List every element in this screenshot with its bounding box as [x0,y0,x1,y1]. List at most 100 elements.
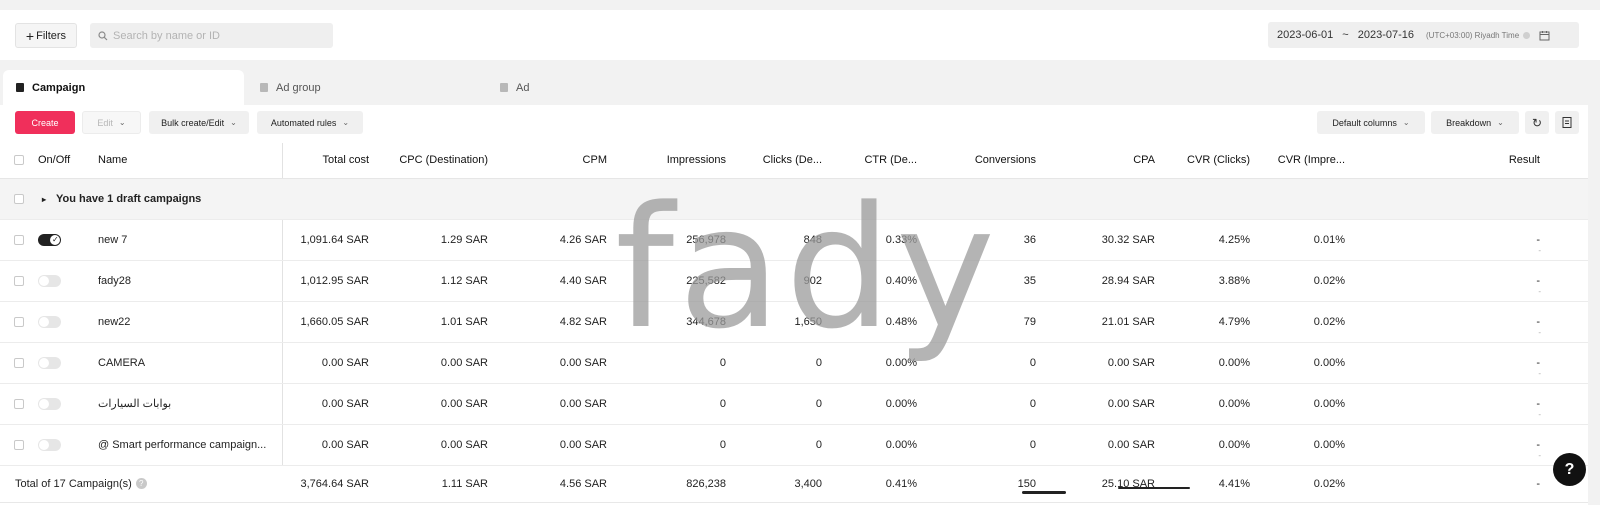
cell-cpa: 21.01 SAR [1044,301,1163,343]
campaign-name[interactable]: @ Smart performance campaign... [90,424,283,466]
col-name[interactable]: Name [90,143,283,179]
status-toggle[interactable] [38,397,61,410]
bulk-edit-button[interactable]: Bulk create/Edit ⌄ [149,111,249,134]
table-header: On/Off Name Total cost CPC (Destination)… [0,143,1588,179]
row-checkbox[interactable] [0,219,38,261]
chevron-down-icon: ⌄ [1497,118,1504,127]
cell-cpm: 0.00 SAR [496,383,615,425]
breakdown-dropdown[interactable]: Breakdown ⌄ [1431,111,1519,134]
row-checkbox[interactable] [0,342,38,384]
table-row[interactable]: CAMERA 0.00 SAR 0.00 SAR 0.00 SAR 0 0 0.00% 0 0.… [0,342,1588,384]
refresh-button[interactable]: ↻ [1525,111,1549,134]
cell-cpa: 0.00 SAR [1044,383,1163,425]
col-cvr-impressions[interactable]: CVR (Impre... [1258,143,1353,179]
question-icon[interactable]: ? [135,478,147,490]
row-checkbox[interactable] [0,178,38,220]
status-toggle[interactable] [38,438,61,451]
col-clicks[interactable]: Clicks (De... [734,143,830,179]
create-button[interactable]: Create [15,111,75,134]
cell-cvr-impressions: 0.00% [1258,342,1353,384]
select-all-checkbox[interactable] [0,143,38,179]
status-toggle[interactable] [38,315,61,328]
status-toggle[interactable]: ✓ [38,233,61,246]
cell-cvr-clicks: 0.00% [1163,342,1258,384]
col-cpa[interactable]: CPA [1044,143,1163,179]
total-row: Total of 17 Campaign(s)? 3,764.64 SAR 1.… [0,465,1588,503]
columns-label: Default columns [1332,117,1397,128]
bulk-label: Bulk create/Edit [161,117,225,128]
cell-conversions: 36 [925,219,1044,261]
campaign-name[interactable]: CAMERA [90,342,283,384]
col-total-cost[interactable]: Total cost [282,143,377,179]
table-row[interactable]: ✓ new 7 1,091.64 SAR 1.29 SAR 4.26 SAR 256,97… [0,219,1588,261]
row-checkbox[interactable] [0,424,38,466]
cell-conversions: 0 [925,424,1044,466]
export-icon [1562,117,1572,128]
total-cpm: 4.56 SAR [496,465,615,503]
col-cpc[interactable]: CPC (Destination) [377,143,496,179]
table-row[interactable]: fady28 1,012.95 SAR 1.12 SAR 4.40 SAR 225,58… [0,260,1588,302]
col-ctr[interactable]: CTR (De... [830,143,925,179]
cell-total-cost: 0.00 SAR [282,342,377,384]
tab-ad-group[interactable]: Ad group [260,70,321,105]
result-sub: - [1538,368,1541,378]
table-row[interactable]: new22 1,660.05 SAR 1.01 SAR 4.82 SAR 344,678… [0,301,1588,343]
help-button[interactable]: ? [1553,453,1586,486]
cell-result: -- [1353,342,1588,384]
cell-ctr: 0.00% [830,424,925,466]
search-input[interactable] [113,29,313,42]
tab-campaign[interactable]: Campaign [3,70,244,105]
timezone-label: (UTC+03:00) Riyadh Time [1426,30,1520,40]
col-cvr-clicks[interactable]: CVR (Clicks) [1163,143,1258,179]
automated-rules-button[interactable]: Automated rules ⌄ [257,111,363,134]
total-conversions: 150 [925,465,1044,503]
export-button[interactable] [1555,111,1579,134]
cell-cvr-impressions: 0.00% [1258,383,1353,425]
col-result[interactable]: Result [1353,143,1588,179]
campaign-name[interactable]: new22 [90,301,283,343]
col-cpm[interactable]: CPM [496,143,615,179]
status-toggle[interactable] [38,274,61,287]
row-checkbox[interactable] [0,260,38,302]
calendar-icon[interactable] [1539,30,1550,41]
result-value: - [1536,356,1540,369]
tab-label: Campaign [32,81,86,94]
status-toggle-cell [38,342,90,384]
result-value: - [1536,397,1540,410]
campaign-name[interactable]: fady28 [90,260,283,302]
edit-button[interactable]: Edit ⌄ [82,111,141,134]
cell-result: -- [1353,424,1588,466]
chevron-down-icon: ⌄ [342,118,350,127]
tab-label: Ad group [276,81,321,94]
cell-impressions: 344,678 [615,301,734,343]
caret-right-icon: ▸ [42,194,47,204]
campaign-name[interactable]: new 7 [90,219,283,261]
col-conversions[interactable]: Conversions [925,143,1044,179]
table-row[interactable]: بوابات السيارات 0.00 SAR 0.00 SAR 0.00 SAR 0… [0,383,1588,425]
table-row[interactable]: @ Smart performance campaign... 0.00 SAR 0… [0,424,1588,466]
cell-ctr: 0.48% [830,301,925,343]
cell-cpm: 0.00 SAR [496,424,615,466]
search-box[interactable] [90,23,333,48]
date-range-picker[interactable]: 2023-06-01 ~ 2023-07-16 (UTC+03:00) Riya… [1268,22,1579,48]
campaign-name[interactable]: بوابات السيارات [90,383,283,425]
row-checkbox[interactable] [0,301,38,343]
result-sub: - [1538,409,1541,419]
status-toggle[interactable] [38,356,61,369]
draft-row[interactable]: ▸ You have 1 draft campaigns [0,178,1588,220]
info-icon[interactable] [1523,31,1531,39]
cell-cpa: 30.32 SAR [1044,219,1163,261]
cell-cvr-clicks: 0.00% [1163,424,1258,466]
row-checkbox[interactable] [0,383,38,425]
col-onoff[interactable]: On/Off [38,143,90,179]
status-toggle-cell [38,383,90,425]
draft-cell[interactable]: ▸ You have 1 draft campaigns [38,178,1588,220]
columns-dropdown[interactable]: Default columns ⌄ [1317,111,1425,134]
cell-total-cost: 1,091.64 SAR [282,219,377,261]
col-impressions[interactable]: Impressions [615,143,734,179]
tab-label: Ad [516,81,530,94]
table-body: ▸ You have 1 draft campaigns ✓ new 7 1,091.… [0,178,1588,466]
filters-button[interactable]: + Filters [15,23,77,48]
cell-result: -- [1353,383,1588,425]
tab-ad[interactable]: Ad [500,70,529,105]
